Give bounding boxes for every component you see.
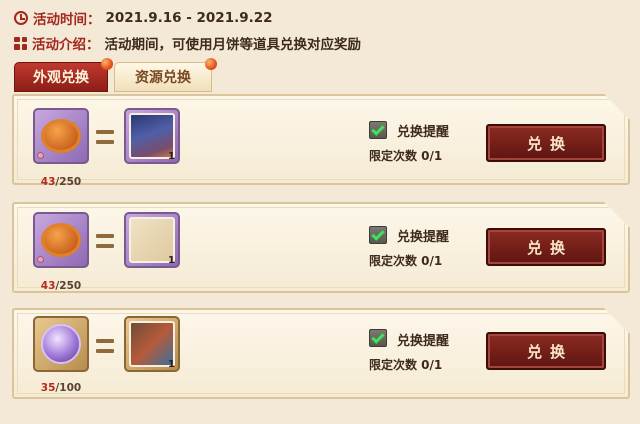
tab-resource-exchange[interactable]: 资源兑换 — [114, 58, 217, 92]
cost-count: 43/250 — [40, 280, 82, 292]
exchange-button[interactable]: 兑换 — [486, 124, 606, 162]
event-intro-label: 活动介绍： — [32, 37, 100, 53]
checkmark-icon — [371, 226, 385, 241]
event-intro-line: 活动介绍： 活动期间，可使用月饼等道具兑换对应奖励 — [14, 33, 361, 53]
cost-item-slot[interactable] — [33, 316, 89, 372]
equals-icon — [96, 130, 114, 144]
notification-dot-icon — [101, 58, 113, 70]
small-dot-icon — [37, 256, 44, 263]
exchange-button-label: 兑换 — [526, 134, 573, 153]
cost-item-slot[interactable] — [33, 108, 89, 164]
reward-item-slot[interactable]: 1 — [124, 212, 180, 268]
mooncake-icon — [41, 119, 81, 153]
limit-text: 限定次数 0/1 — [369, 254, 443, 268]
event-time-line: 活动时间： 2021.9.16 - 2021.9.22 — [14, 8, 273, 28]
tab-appearance-exchange[interactable]: 外观兑换 — [14, 58, 113, 92]
cost-count: 35/100 — [40, 382, 82, 394]
remind-checkbox[interactable] — [369, 226, 387, 244]
cost-count: 43/250 — [40, 176, 82, 188]
remind-label: 兑换提醒 — [397, 125, 450, 140]
checkmark-icon — [371, 121, 385, 136]
clock-icon — [14, 11, 28, 25]
checkmark-icon — [371, 329, 385, 344]
remind-label: 兑换提醒 — [397, 230, 450, 245]
exchange-button-label: 兑换 — [526, 238, 573, 257]
reward-item-slot[interactable]: 1 — [124, 108, 180, 164]
exchange-button-label: 兑换 — [526, 342, 573, 361]
grid-icon — [14, 36, 27, 50]
remind-label: 兑换提醒 — [397, 334, 450, 349]
exchange-button[interactable]: 兑换 — [486, 332, 606, 370]
notification-dot-icon — [205, 58, 217, 70]
cost-item-slot[interactable] — [33, 212, 89, 268]
event-intro-value: 活动期间，可使用月饼等道具兑换对应奖励 — [104, 37, 362, 53]
reward-qty: 1 — [168, 151, 175, 162]
mooncake-icon — [41, 223, 81, 257]
tab-appearance-label: 外观兑换 — [33, 70, 89, 86]
small-dot-icon — [37, 152, 44, 159]
equals-icon — [96, 234, 114, 248]
reward-item-slot[interactable]: 1 — [124, 316, 180, 372]
emblem-icon — [41, 324, 81, 364]
limit-text: 限定次数 0/1 — [369, 358, 443, 372]
equals-icon — [96, 339, 114, 353]
event-time-value: 2021.9.16 - 2021.9.22 — [105, 10, 273, 26]
reward-qty: 1 — [168, 255, 175, 266]
remind-checkbox[interactable] — [369, 121, 387, 139]
limit-text: 限定次数 0/1 — [369, 149, 443, 163]
exchange-button[interactable]: 兑换 — [486, 228, 606, 266]
event-time-label: 活动时间： — [33, 12, 101, 28]
reward-qty: 1 — [168, 359, 175, 370]
remind-checkbox[interactable] — [369, 329, 387, 347]
tab-resource-label: 资源兑换 — [135, 70, 191, 86]
